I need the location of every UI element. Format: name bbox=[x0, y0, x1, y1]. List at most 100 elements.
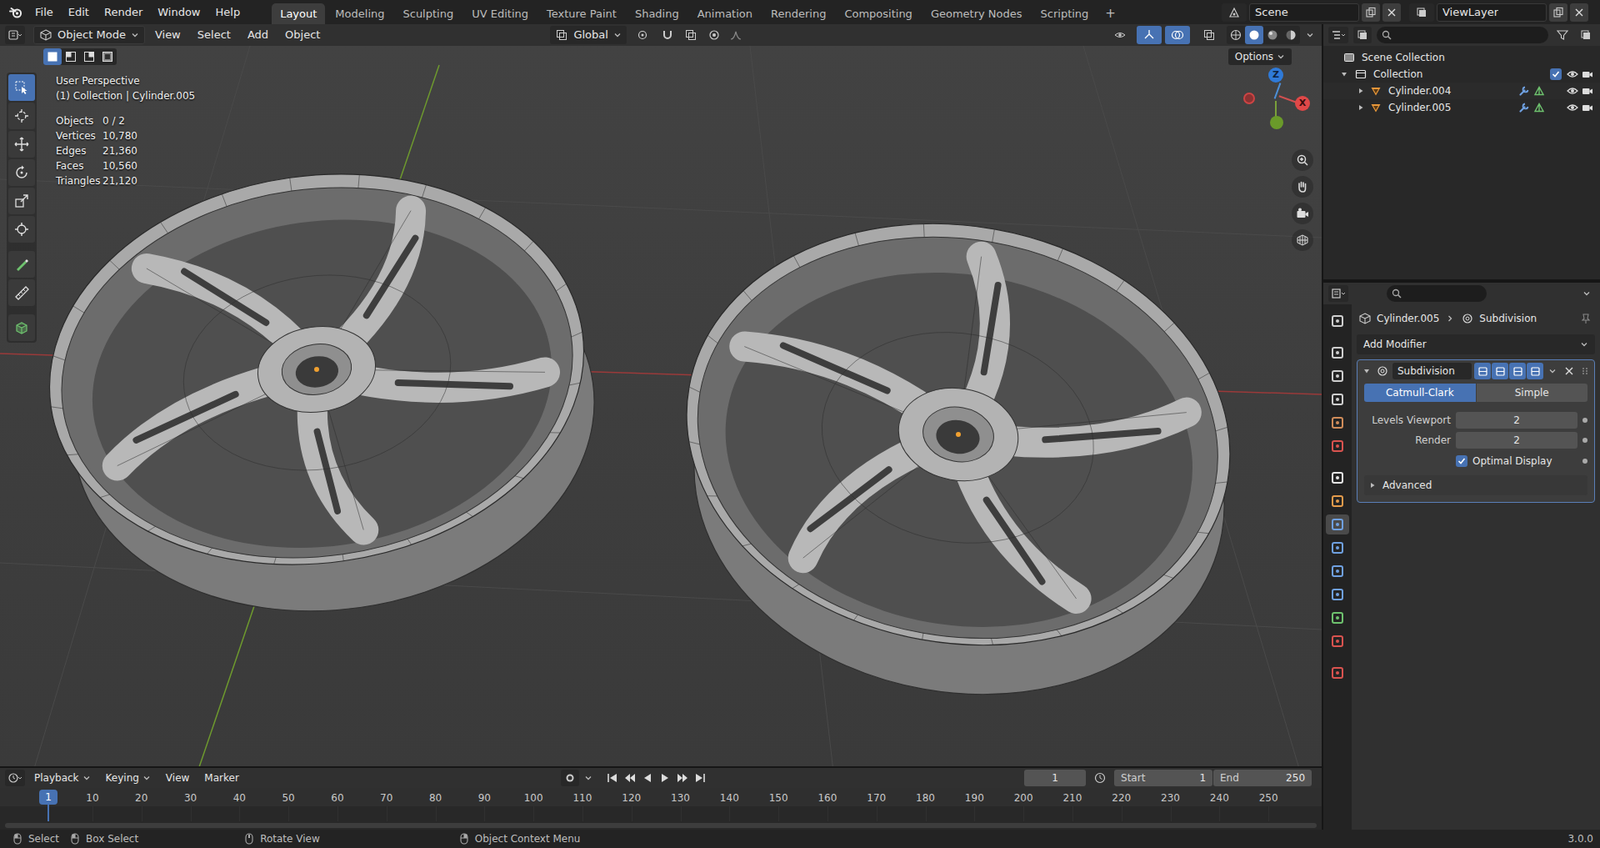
camera-view-icon[interactable] bbox=[1291, 202, 1314, 225]
display-mode-button[interactable] bbox=[1353, 26, 1372, 44]
options-icon[interactable] bbox=[1578, 285, 1595, 302]
keyframe-dot[interactable] bbox=[1582, 417, 1588, 423]
render-visibility-icon[interactable] bbox=[1580, 66, 1595, 82]
rendered-shading-icon[interactable] bbox=[1281, 25, 1300, 45]
editor-type-button[interactable] bbox=[5, 769, 25, 786]
keying-options-icon[interactable] bbox=[582, 769, 595, 786]
properties-tab[interactable] bbox=[1325, 662, 1350, 683]
play-icon[interactable] bbox=[656, 769, 674, 786]
visibility-icon[interactable] bbox=[1565, 100, 1580, 115]
tool-button[interactable] bbox=[8, 187, 35, 215]
select-mode-icon[interactable] bbox=[80, 48, 99, 65]
timeline-menu[interactable]: Playback bbox=[28, 770, 97, 785]
proportional-edit-icon[interactable] bbox=[705, 25, 724, 45]
scene-selector-field[interactable]: Scene bbox=[1249, 3, 1360, 22]
tool-button[interactable] bbox=[8, 159, 35, 186]
workspace-tab[interactable]: Texture Paint bbox=[538, 3, 625, 25]
optimal-display-checkbox[interactable] bbox=[1455, 455, 1468, 467]
outliner-row[interactable]: Cylinder.004 bbox=[1323, 82, 1600, 100]
end-frame-field[interactable]: End250 bbox=[1213, 769, 1312, 786]
number-field[interactable]: 2 bbox=[1455, 411, 1578, 429]
properties-tab[interactable] bbox=[1325, 607, 1350, 628]
viewport-menu[interactable]: View bbox=[148, 25, 188, 45]
jump-end-icon[interactable] bbox=[691, 769, 709, 786]
workspace-tab[interactable]: UV Editing bbox=[463, 3, 537, 25]
menu-item[interactable]: Edit bbox=[61, 1, 96, 24]
expand-arrow-icon[interactable] bbox=[1355, 101, 1367, 114]
z-axis-handle[interactable]: Z bbox=[1268, 67, 1284, 83]
modifier-icon[interactable] bbox=[1516, 83, 1532, 99]
shading-options-icon[interactable] bbox=[1303, 25, 1317, 45]
workspace-tab[interactable]: Compositing bbox=[835, 3, 921, 25]
properties-tab[interactable] bbox=[1325, 435, 1350, 456]
menu-item[interactable]: Window bbox=[150, 1, 207, 24]
properties-tab[interactable] bbox=[1325, 584, 1350, 605]
unlink-icon[interactable] bbox=[1382, 3, 1401, 22]
outliner-search[interactable] bbox=[1376, 26, 1549, 44]
material-shading-icon[interactable] bbox=[1263, 25, 1282, 45]
tool-button[interactable] bbox=[8, 250, 35, 278]
workspace-tab[interactable]: Sculpting bbox=[394, 3, 462, 25]
scene-selector-type-icon[interactable] bbox=[1221, 3, 1247, 22]
subdivision-type-option[interactable]: Simple bbox=[1476, 383, 1589, 402]
menu-item[interactable]: Render bbox=[97, 1, 150, 24]
viewport-menu[interactable]: Select bbox=[190, 25, 238, 45]
auto-keying-icon[interactable] bbox=[560, 769, 580, 786]
remove-modifier-icon[interactable] bbox=[1561, 362, 1577, 380]
visibility-icon[interactable] bbox=[1565, 66, 1580, 82]
view-layer-selector-field[interactable]: ViewLayer bbox=[1436, 3, 1547, 22]
orientation-dropdown[interactable]: Global bbox=[550, 25, 626, 45]
new-collection-icon[interactable] bbox=[1576, 26, 1595, 44]
keyframe-dot[interactable] bbox=[1582, 437, 1588, 443]
properties-tab[interactable] bbox=[1325, 412, 1350, 433]
modifier-icon[interactable] bbox=[1516, 100, 1532, 115]
zoom-icon[interactable] bbox=[1291, 149, 1314, 171]
timeline-menu[interactable]: Keying bbox=[100, 770, 157, 785]
number-field[interactable]: 2 bbox=[1455, 431, 1578, 449]
workspace-tab[interactable]: Geometry Nodes bbox=[922, 3, 1031, 25]
duplicate-icon[interactable] bbox=[1549, 3, 1568, 22]
properties-tab[interactable] bbox=[1325, 389, 1350, 410]
add-modifier-dropdown[interactable]: Add Modifier bbox=[1356, 334, 1595, 355]
modifier-toggle[interactable] bbox=[1526, 362, 1544, 380]
blender-logo-icon[interactable] bbox=[5, 2, 27, 23]
falloff-icon[interactable] bbox=[726, 25, 745, 45]
x-axis-handle[interactable]: X bbox=[1295, 95, 1310, 111]
filter-icon[interactable] bbox=[1553, 26, 1572, 44]
keyframe-dot[interactable] bbox=[1582, 458, 1588, 464]
checkbox-row[interactable]: Optimal Display bbox=[1364, 451, 1588, 470]
next-keyframe-icon[interactable] bbox=[674, 769, 691, 786]
navigation-gizmo[interactable]: ZX bbox=[1240, 64, 1317, 135]
gizmo-toggle-icon[interactable] bbox=[1136, 25, 1162, 45]
jump-start-icon[interactable] bbox=[604, 769, 621, 786]
current-frame-field[interactable]: 1 bbox=[1024, 769, 1086, 786]
render-visibility-icon[interactable] bbox=[1580, 100, 1595, 115]
timeline-ruler[interactable]: 1020304050607080901001101201301401501601… bbox=[0, 787, 1322, 830]
pivot-point-icon[interactable] bbox=[630, 25, 655, 45]
properties-tab[interactable] bbox=[1325, 560, 1350, 581]
exclude-checkbox[interactable] bbox=[1550, 68, 1562, 80]
editor-type-button[interactable] bbox=[1328, 26, 1349, 44]
advanced-subpanel[interactable]: Advanced bbox=[1364, 475, 1588, 495]
properties-tab[interactable] bbox=[1325, 514, 1350, 535]
mode-dropdown[interactable]: Object Mode bbox=[33, 25, 145, 45]
viewport-canvas[interactable]: OptionsUser Perspective(1) Collection | … bbox=[0, 45, 1322, 766]
overlay-toggle-icon[interactable] bbox=[1165, 25, 1190, 45]
tool-button[interactable] bbox=[8, 314, 35, 341]
selectability-icon[interactable] bbox=[1108, 25, 1134, 45]
visibility-icon[interactable] bbox=[1565, 83, 1580, 99]
render-visibility-icon[interactable] bbox=[1580, 83, 1595, 99]
tool-button[interactable] bbox=[8, 279, 35, 306]
properties-tab[interactable] bbox=[1325, 490, 1350, 511]
workspace-tab[interactable]: Scripting bbox=[1032, 3, 1098, 25]
editor-type-button[interactable] bbox=[1328, 285, 1349, 302]
modifier-toggle[interactable] bbox=[1491, 362, 1509, 380]
properties-tab[interactable] bbox=[1325, 630, 1350, 651]
timeline-scrollbar[interactable] bbox=[5, 822, 1317, 828]
timeline-menu[interactable]: Marker bbox=[198, 770, 245, 785]
outliner-row[interactable]: Collection bbox=[1323, 65, 1600, 83]
pan-icon[interactable] bbox=[1291, 175, 1314, 198]
editor-type-button[interactable] bbox=[5, 25, 25, 45]
select-mode-icon[interactable] bbox=[61, 48, 80, 65]
select-mode-icon[interactable] bbox=[98, 48, 117, 65]
